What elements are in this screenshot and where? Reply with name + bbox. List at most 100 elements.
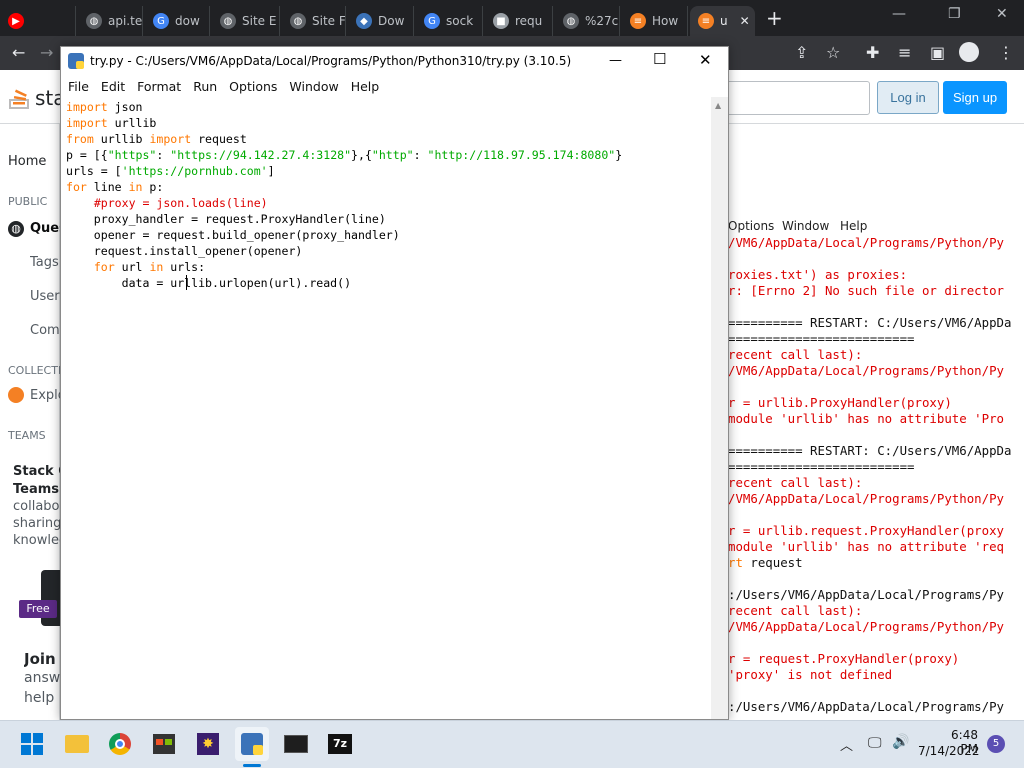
free-badge[interactable]: Free — [19, 600, 57, 618]
sidebar-item-home[interactable]: Home — [8, 154, 46, 169]
idle-menu-options[interactable]: Options — [229, 79, 277, 94]
code-token: : — [413, 148, 428, 162]
restore-chrome-icon[interactable]: ❐ — [948, 6, 961, 22]
volume-icon[interactable]: 🔊 — [892, 734, 909, 750]
browser-tab-label: Dow — [378, 14, 405, 28]
forward-icon[interactable]: → — [40, 43, 53, 62]
minimize-chrome-icon[interactable]: — — [892, 6, 906, 22]
code-line: urls = ['https://pornhub.com'] — [66, 163, 275, 179]
close-chrome-icon[interactable]: ✕ — [996, 6, 1008, 22]
shell-line: module 'urllib' has no attribute 'Pro — [728, 411, 1005, 426]
code-token: for — [93, 260, 115, 274]
code-token: in — [128, 180, 143, 194]
globe-icon: ◍ — [290, 13, 306, 29]
browser-tab[interactable]: ◍ Site F — [282, 6, 346, 36]
browser-tab[interactable]: Gdow — [145, 6, 210, 36]
notification-badge[interactable]: 5 — [987, 735, 1005, 753]
idle-menu-window[interactable]: Window — [289, 79, 338, 94]
code-token: url — [114, 260, 150, 274]
code-token: urllib — [107, 116, 157, 130]
code-line: import json — [66, 99, 142, 115]
idle-taskbar-icon[interactable] — [235, 727, 269, 761]
so-logo-icon — [8, 84, 32, 110]
idle-close-icon[interactable]: ✕ — [699, 51, 712, 69]
code-token: import — [66, 100, 108, 114]
signup-button[interactable]: Sign up — [943, 81, 1007, 114]
so-left-sidebar — [0, 124, 60, 720]
browser-tab-label: api.te — [108, 14, 143, 28]
7zip-icon[interactable]: 7z — [323, 727, 357, 761]
shell-line: /VM6/AppData/Local/Programs/Python/Py — [728, 235, 1005, 250]
youtube-icon: ▶ — [8, 13, 24, 29]
shell-line: :/Users/VM6/AppData/Local/Programs/Py — [728, 699, 1005, 714]
code-token: "https" — [107, 148, 157, 162]
browser-tab[interactable]: ◍ %27c — [555, 6, 620, 36]
idle-maximize-icon[interactable]: ☐ — [653, 50, 666, 68]
browser-tab[interactable]: ◆ Dow — [348, 6, 414, 36]
shell-line: ========================= — [728, 331, 915, 346]
chrome-taskbar-icon[interactable] — [103, 727, 137, 761]
sidebar-heading-public: PUBLIC — [8, 195, 48, 208]
tray-chevron-icon[interactable]: ︿ — [840, 735, 853, 754]
login-button[interactable]: Log in — [877, 81, 939, 114]
profile-avatar[interactable] — [959, 42, 979, 62]
browser-tab-label: dow — [175, 14, 200, 28]
code-token: } — [615, 148, 623, 162]
close-tab-icon[interactable]: ✕ — [740, 14, 750, 28]
side-panel-icon[interactable]: ▣ — [930, 43, 945, 62]
idle-menu-run[interactable]: Run — [193, 79, 217, 94]
file-explorer-icon[interactable] — [60, 727, 94, 761]
share-icon[interactable]: ⇪ — [795, 43, 808, 62]
code-editor[interactable]: import json import urllib from urllib impo… — [61, 97, 711, 719]
shell-line: ========== RESTART: C:/Users/VM6/AppDa — [728, 315, 1012, 330]
code-token: "https://94.142.27.4:3128" — [170, 148, 352, 162]
shell-line: ========== RESTART: C:/Users/VM6/AppDa — [728, 443, 1012, 458]
code-token: import — [66, 116, 108, 130]
scroll-up-icon[interactable]: ▲ — [715, 101, 721, 110]
code-token: 'https://pornhub.com' — [121, 164, 268, 178]
browser-tab-label: Site F — [312, 14, 346, 28]
windows-start-icon[interactable] — [15, 727, 49, 761]
code-token: urls: — [163, 260, 206, 274]
shell-menu-help[interactable]: Help — [840, 219, 867, 233]
back-icon[interactable]: ← — [12, 43, 25, 62]
collectives-star-icon — [8, 387, 24, 403]
browser-tab[interactable]: ◍ api.te — [78, 6, 143, 36]
idle-menu-file[interactable]: File — [68, 79, 89, 94]
shell-menu-options[interactable]: Options — [728, 219, 774, 233]
shell-menu-window[interactable]: Window — [782, 219, 829, 233]
sidebar-item-tags[interactable]: Tags — [30, 255, 59, 270]
app-icon[interactable]: ✸ — [191, 727, 225, 761]
cube-icon: ■ — [493, 13, 509, 29]
browser-tab[interactable]: Gsock — [416, 6, 483, 36]
chrome-menu-icon[interactable]: ⋮ — [998, 43, 1014, 62]
browser-tab[interactable]: ≡ u ✕ — [690, 6, 755, 36]
code-token: proxy_handler = request.ProxyHandler(lin… — [66, 212, 386, 226]
shell-line: r = urllib.ProxyHandler(proxy) — [728, 395, 952, 410]
idle-minimize-icon[interactable]: — — [609, 53, 622, 68]
idle-menu-edit[interactable]: Edit — [101, 79, 125, 94]
code-token: import — [149, 132, 192, 146]
browser-tab[interactable]: ■ requ — [485, 6, 553, 36]
idle-menu-format[interactable]: Format — [137, 79, 181, 94]
code-line: for url in urls: — [66, 259, 205, 275]
editor-scrollbar[interactable]: ▲ — [711, 97, 728, 719]
browser-tab[interactable]: ≡ How — [622, 6, 688, 36]
terminal-icon[interactable] — [279, 727, 313, 761]
network-icon[interactable]: 🖵 — [868, 735, 882, 751]
code-token: "http" — [371, 148, 414, 162]
browser-tab[interactable]: ◍ Site E — [212, 6, 280, 36]
idle-menu-help[interactable]: Help — [351, 79, 380, 94]
clock-date[interactable]: 7/14/2022 — [918, 744, 980, 758]
microsoft-store-icon[interactable] — [147, 727, 181, 761]
browser-tab[interactable]: ▶ — [0, 6, 76, 36]
stackoverflow-icon: ≡ — [698, 13, 714, 29]
shell-menubar: Options Window Help — [728, 216, 1024, 236]
bookmark-star-icon[interactable]: ☆ — [826, 43, 840, 62]
new-tab-button[interactable]: + — [766, 6, 783, 30]
shell-line: recent call last): — [728, 347, 863, 362]
media-icon[interactable]: ≡ — [898, 43, 911, 62]
code-line: for line in p: — [66, 179, 163, 195]
extensions-icon[interactable]: ✚ — [866, 43, 879, 62]
